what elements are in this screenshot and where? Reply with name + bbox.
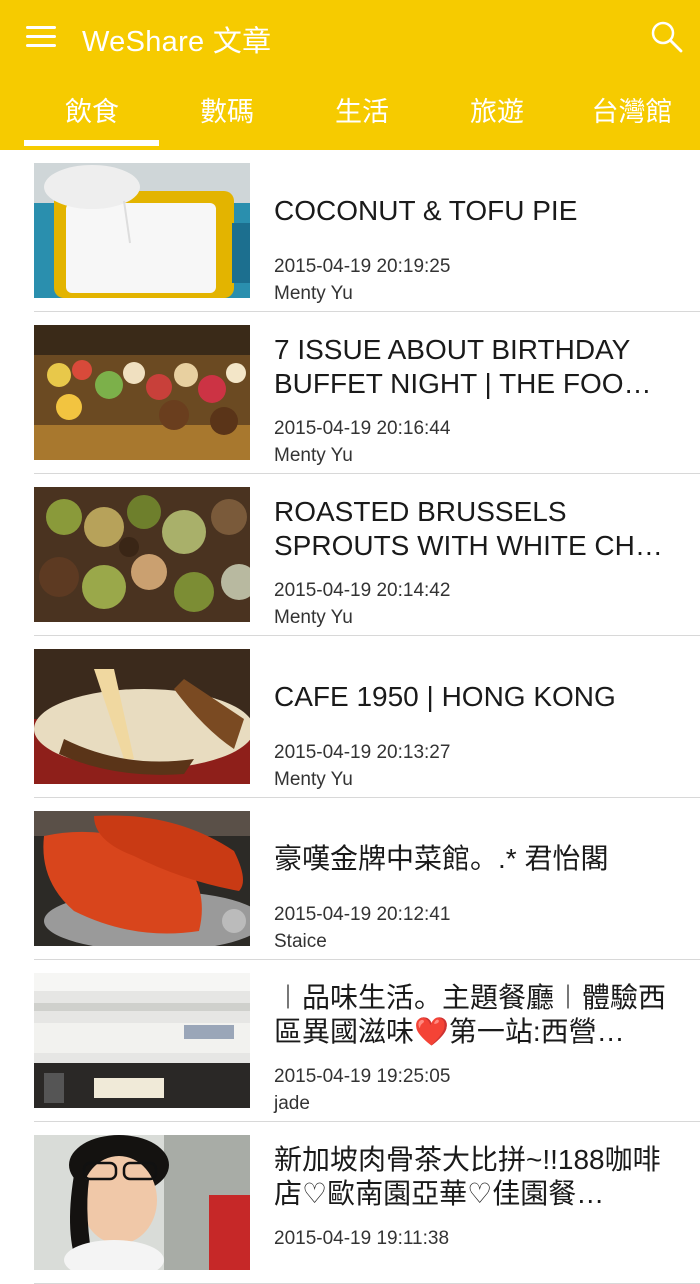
tab-taiwan[interactable]: 台灣館 bbox=[564, 86, 700, 150]
article-author: Menty Yu bbox=[274, 769, 353, 790]
app-header: WeShare 文章 飲食 數碼 生活 旅遊 台灣館 bbox=[0, 0, 700, 150]
article-date: 2015-04-19 20:13:27 bbox=[274, 742, 451, 763]
tab-travel[interactable]: 旅遊 bbox=[429, 86, 565, 150]
article-date: 2015-04-19 20:19:25 bbox=[274, 256, 451, 277]
article-item[interactable]: ︱品味生活。主題餐廳︱體驗西區異國滋味❤️第一站:西營… 2015-04-19 … bbox=[0, 960, 700, 1122]
article-thumbnail bbox=[34, 973, 250, 1108]
article-title[interactable]: 新加坡肉骨茶大比拼~!!188咖啡店♡歐南園亞華♡佳園餐… bbox=[274, 1143, 674, 1211]
hamburger-menu-icon[interactable] bbox=[26, 26, 56, 48]
article-item[interactable]: ROASTED BRUSSELS SPROUTS WITH WHITE CH… … bbox=[0, 474, 700, 636]
article-item[interactable]: 7 ISSUE ABOUT BIRTHDAY BUFFET NIGHT | TH… bbox=[0, 312, 700, 474]
article-date: 2015-04-19 19:11:38 bbox=[274, 1228, 450, 1249]
article-thumbnail bbox=[34, 649, 250, 784]
article-thumbnail bbox=[34, 487, 250, 622]
article-author: Menty Yu bbox=[274, 607, 353, 628]
article-item[interactable]: CAFE 1950 | HONG KONG 2015-04-19 20:13:2… bbox=[0, 636, 700, 798]
article-date: 2015-04-19 20:12:41 bbox=[274, 904, 451, 925]
article-item[interactable]: 新加坡肉骨茶大比拼~!!188咖啡店♡歐南園亞華♡佳園餐… 2015-04-19… bbox=[0, 1122, 700, 1284]
article-title[interactable]: 7 ISSUE ABOUT BIRTHDAY BUFFET NIGHT | TH… bbox=[274, 333, 674, 401]
app-title: WeShare 文章 bbox=[82, 26, 272, 58]
selected-tab-indicator bbox=[24, 140, 159, 146]
tab-lifestyle[interactable]: 生活 bbox=[294, 86, 430, 150]
article-thumbnail bbox=[34, 811, 250, 946]
article-title[interactable]: CAFE 1950 | HONG KONG bbox=[274, 680, 674, 714]
article-author: Menty Yu bbox=[274, 445, 353, 466]
article-author: jade bbox=[274, 1093, 310, 1114]
article-title[interactable]: ︱品味生活。主題餐廳︱體驗西區異國滋味❤️第一站:西營… bbox=[274, 981, 674, 1049]
article-date: 2015-04-19 20:16:44 bbox=[274, 418, 451, 439]
article-title[interactable]: COCONUT & TOFU PIE bbox=[274, 194, 674, 228]
article-item[interactable]: 豪嘆金牌中菜館。.* 君怡閣 2015-04-19 20:12:41 Staic… bbox=[0, 798, 700, 960]
article-item[interactable]: COCONUT & TOFU PIE 2015-04-19 20:19:25 M… bbox=[0, 150, 700, 312]
article-date: 2015-04-19 20:14:42 bbox=[274, 580, 451, 601]
article-date: 2015-04-19 19:25:05 bbox=[274, 1066, 451, 1087]
article-title[interactable]: ROASTED BRUSSELS SPROUTS WITH WHITE CH… bbox=[274, 495, 674, 563]
article-thumbnail bbox=[34, 1135, 250, 1270]
article-title[interactable]: 豪嘆金牌中菜館。.* 君怡閣 bbox=[274, 842, 674, 876]
search-icon[interactable] bbox=[650, 20, 684, 54]
article-thumbnail bbox=[34, 163, 250, 298]
article-author: Menty Yu bbox=[274, 283, 353, 304]
article-author: Staice bbox=[274, 931, 327, 952]
tab-digital[interactable]: 數碼 bbox=[159, 86, 295, 150]
article-list[interactable]: COCONUT & TOFU PIE 2015-04-19 20:19:25 M… bbox=[0, 150, 700, 1284]
article-thumbnail bbox=[34, 325, 250, 460]
